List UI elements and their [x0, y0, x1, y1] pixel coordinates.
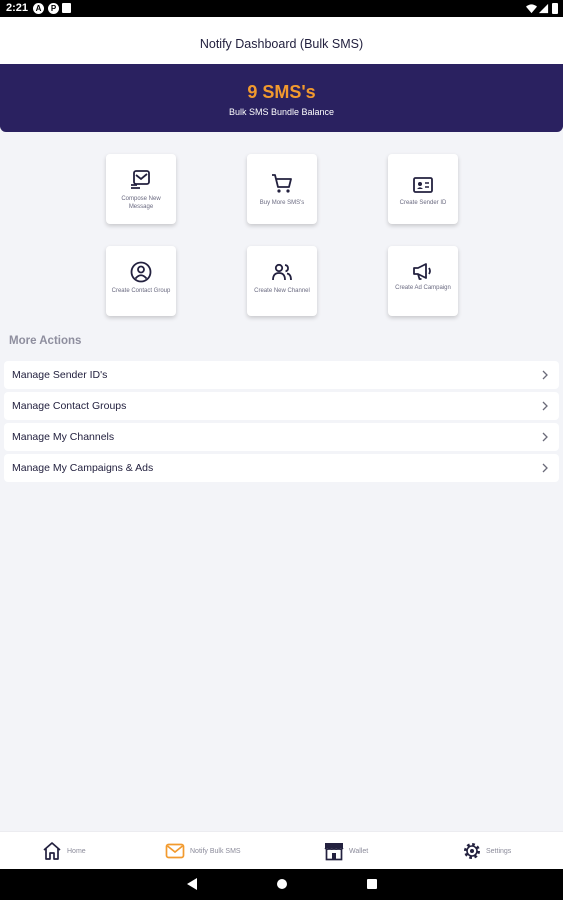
manage-channels-label: Manage My Channels: [12, 431, 115, 443]
sms-mail-icon: [165, 843, 185, 859]
create-contact-group-button[interactable]: Create Contact Group: [106, 246, 176, 316]
manage-campaigns-row[interactable]: Manage My Campaigns & Ads: [4, 454, 559, 482]
status-bar: 2:21 A P: [0, 0, 563, 17]
users-icon: [272, 263, 292, 281]
manage-sender-ids-row[interactable]: Manage Sender ID's: [4, 361, 559, 389]
notification-p-icon: P: [48, 3, 59, 14]
create-sender-id-label: Create Sender ID: [399, 200, 447, 206]
page-title: Notify Dashboard (Bulk SMS): [199, 37, 364, 51]
create-ad-campaign-button[interactable]: Create Ad Campaign: [388, 246, 458, 316]
nav-wallet[interactable]: Wallet: [324, 832, 384, 870]
create-channel-button[interactable]: Create New Channel: [247, 246, 317, 316]
nav-settings[interactable]: Settings: [462, 832, 522, 870]
compose-message-icon: [131, 170, 150, 189]
home-circle-icon[interactable]: [276, 877, 288, 891]
wallet-store-icon: [324, 843, 344, 861]
notification-a-icon: A: [33, 3, 44, 14]
chevron-right-icon: [542, 463, 548, 473]
shopping-cart-icon: [272, 174, 292, 193]
sms-balance-caption: Bulk SMS Bundle Balance: [228, 107, 335, 117]
id-card-icon: [413, 177, 433, 193]
bottom-navigation: Home Notify Bulk SMS Wallet Settings: [0, 831, 563, 869]
manage-contact-groups-row[interactable]: Manage Contact Groups: [4, 392, 559, 420]
create-channel-label: Create New Channel: [254, 288, 310, 294]
status-time: 2:21: [6, 2, 29, 14]
wifi-icon: [526, 4, 537, 14]
create-contact-group-label: Create Contact Group: [111, 288, 171, 294]
recents-icon[interactable]: [366, 877, 378, 891]
system-navigation-bar: [0, 869, 563, 900]
gear-icon: [464, 843, 480, 859]
create-sender-id-button[interactable]: Create Sender ID: [388, 154, 458, 224]
create-ad-campaign-label: Create Ad Campaign: [395, 285, 451, 291]
compose-message-label: Compose New Message: [121, 196, 161, 210]
compose-message-button[interactable]: Compose New Message: [106, 154, 176, 224]
app-header: Notify Dashboard (Bulk SMS): [0, 17, 563, 65]
home-icon: [43, 842, 61, 860]
manage-channels-row[interactable]: Manage My Channels: [4, 423, 559, 451]
more-actions-heading: More Actions: [9, 335, 82, 347]
buy-sms-button[interactable]: Buy More SMS's: [247, 154, 317, 224]
nav-home[interactable]: Home: [42, 832, 102, 870]
manage-contact-groups-label: Manage Contact Groups: [12, 400, 127, 412]
megaphone-icon: [413, 263, 431, 280]
back-icon[interactable]: [186, 877, 198, 891]
sd-card-icon: [62, 3, 71, 13]
nav-wallet-label: Wallet: [349, 848, 369, 855]
balance-banner: 9 SMS's Bulk SMS Bundle Balance: [0, 64, 563, 132]
buy-sms-label: Buy More SMS's: [259, 200, 305, 206]
nav-notify-bulk-sms-label: Notify Bulk SMS: [190, 848, 241, 855]
signal-icon: [538, 3, 549, 14]
chevron-right-icon: [542, 370, 548, 380]
sms-balance-amount: 9 SMS's: [247, 82, 316, 102]
nav-notify-bulk-sms[interactable]: Notify Bulk SMS: [165, 832, 255, 870]
nav-settings-label: Settings: [486, 848, 512, 855]
nav-home-label: Home: [67, 848, 86, 855]
chevron-right-icon: [542, 401, 548, 411]
battery-icon: [552, 3, 558, 14]
manage-campaigns-label: Manage My Campaigns & Ads: [12, 462, 154, 474]
contact-user-icon: [130, 261, 152, 283]
manage-sender-ids-label: Manage Sender ID's: [12, 369, 108, 381]
chevron-right-icon: [542, 432, 548, 442]
